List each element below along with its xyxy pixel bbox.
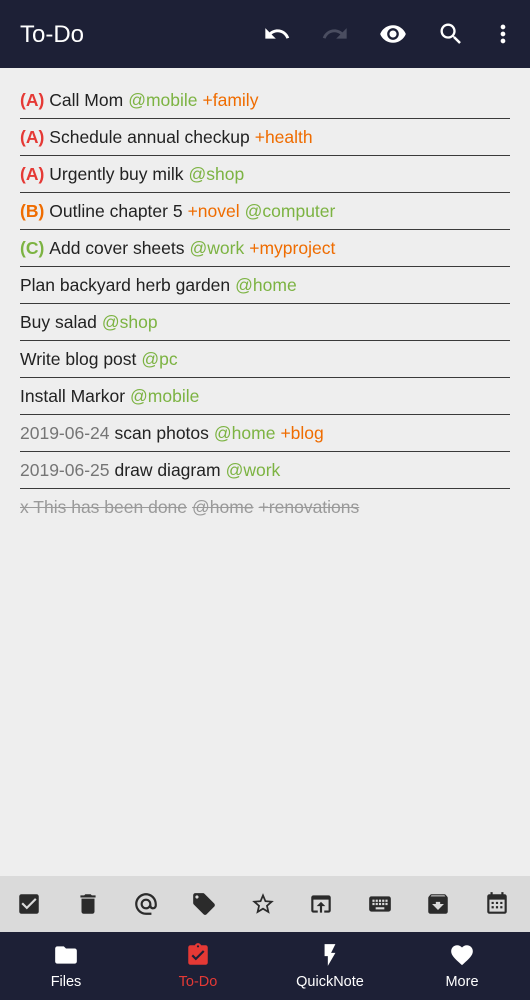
nav-quicknote[interactable]: QuickNote [264, 932, 396, 1000]
task-text: scan photos [114, 423, 209, 443]
nav-todo[interactable]: To-Do [132, 932, 264, 1000]
task-text: Outline chapter 5 [49, 201, 183, 221]
search-icon [440, 23, 461, 44]
open-button[interactable] [307, 890, 335, 918]
task-text: Call Mom [49, 90, 124, 110]
task-date: 2019-06-25 [20, 460, 110, 480]
task-text: Add cover sheets [49, 238, 185, 258]
toggle-done-button[interactable] [15, 890, 43, 918]
task-text: Urgently buy milk [49, 164, 184, 184]
folder-icon [55, 946, 77, 964]
task-text: Write blog post [20, 349, 137, 369]
undo-icon [265, 28, 290, 39]
task-text: x This has been done [20, 497, 188, 517]
task-context: @home [192, 497, 254, 517]
task-context: @shop [188, 164, 245, 184]
more-vert-icon [500, 24, 506, 44]
task-date: 2019-06-24 [20, 423, 110, 443]
insert-project-button[interactable] [190, 890, 218, 918]
calendar-icon [487, 892, 507, 914]
task-context: @work [189, 238, 245, 258]
delete-button[interactable] [74, 890, 102, 918]
archive-icon [428, 894, 448, 914]
priority-button[interactable] [249, 890, 277, 918]
nav-more[interactable]: More [396, 932, 528, 1000]
archive-button[interactable] [424, 890, 452, 918]
search-button[interactable] [434, 17, 468, 51]
task-row[interactable]: 2019-06-24 scan photos @home +blog [20, 415, 510, 452]
redo-button[interactable] [318, 17, 352, 51]
task-context: @home [213, 423, 276, 443]
task-context: @mobile [128, 90, 198, 110]
task-row[interactable]: (A) Urgently buy milk @shop [20, 156, 510, 193]
task-priority: (C) [20, 238, 45, 258]
task-text: Install Markor [20, 386, 126, 406]
task-context: @shop [101, 312, 158, 332]
task-row[interactable]: Plan backyard herb garden @home [20, 267, 510, 304]
task-project: +family [202, 90, 259, 110]
task-row-done[interactable]: x This has been done @home +renovations [20, 489, 510, 526]
task-row[interactable]: Buy salad @shop [20, 304, 510, 341]
nav-label: To-Do [178, 974, 218, 990]
star-icon [252, 893, 274, 914]
at-icon [135, 893, 157, 915]
overflow-menu-button[interactable] [486, 17, 520, 51]
bottom-navigation: Files To-Do QuickNote More [0, 932, 530, 1000]
task-text: Schedule annual checkup [49, 127, 250, 147]
clipboard-check-icon [188, 943, 208, 965]
action-toolbar [0, 876, 530, 932]
checkbox-icon [19, 894, 39, 914]
task-row[interactable]: (C) Add cover sheets @work +myproject [20, 230, 510, 267]
delete-icon [80, 894, 96, 914]
task-context: @work [225, 460, 281, 480]
task-context: @pc [141, 349, 178, 369]
task-project: +health [254, 127, 313, 147]
task-priority: (A) [20, 164, 45, 184]
nav-label: More [445, 974, 479, 990]
task-row[interactable]: (A) Schedule annual checkup +health [20, 119, 510, 156]
eye-icon [380, 25, 406, 43]
task-project: +novel [187, 201, 240, 221]
task-context: @home [235, 275, 297, 295]
nav-files[interactable]: Files [0, 932, 132, 1000]
app-bar: To-Do [0, 0, 530, 68]
date-button[interactable] [483, 890, 511, 918]
task-priority: (A) [20, 127, 45, 147]
task-priority: (B) [20, 201, 45, 221]
task-text: Buy salad [20, 312, 97, 332]
task-text: draw diagram [114, 460, 221, 480]
page-title: To-Do [20, 21, 85, 48]
task-row[interactable]: 2019-06-25 draw diagram @work [20, 452, 510, 489]
task-project: +myproject [249, 238, 336, 258]
insert-context-button[interactable] [132, 890, 160, 918]
task-project: +blog [280, 423, 324, 443]
keyboard-icon [369, 896, 391, 912]
nav-label: Files [50, 974, 82, 990]
keyboard-button[interactable] [366, 890, 394, 918]
task-context: @mobile [130, 386, 200, 406]
task-row[interactable]: Install Markor @mobile [20, 378, 510, 415]
tag-icon [193, 893, 215, 915]
task-priority: (A) [20, 90, 45, 110]
open-in-icon [311, 895, 331, 913]
preview-button[interactable] [376, 17, 410, 51]
task-row[interactable]: (B) Outline chapter 5 +novel @computer [20, 193, 510, 230]
redo-icon [322, 28, 347, 39]
bolt-icon [324, 944, 336, 966]
task-project: +renovations [258, 497, 360, 517]
heart-icon [451, 945, 473, 966]
task-row[interactable]: Write blog post @pc [20, 341, 510, 378]
undo-button[interactable] [260, 17, 294, 51]
task-row[interactable]: (A) Call Mom @mobile +family [20, 82, 510, 119]
todo-list: (A) Call Mom @mobile +family (A) Schedule an… [0, 82, 530, 526]
nav-label: QuickNote [296, 974, 364, 990]
task-context: @computer [244, 201, 336, 221]
task-text: Plan backyard herb garden [20, 275, 231, 295]
